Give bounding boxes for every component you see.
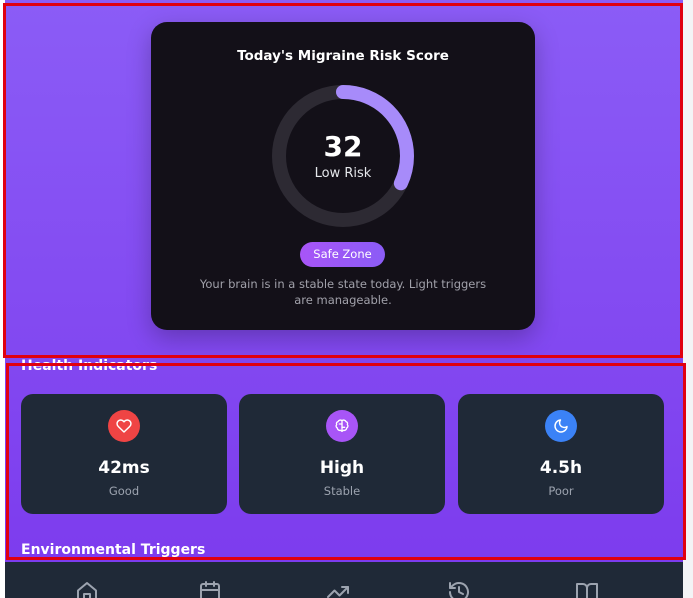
risk-hero-section: Today's Migraine Risk Score 32 Low Risk … xyxy=(5,0,683,358)
indicator-value: High xyxy=(319,458,365,478)
risk-gauge: 32 Low Risk xyxy=(269,82,417,230)
health-indicator-cards: 42ms Good High Stable 4.5h Poor xyxy=(21,394,664,514)
indicator-value: 42ms xyxy=(98,458,150,478)
risk-level-label: Low Risk xyxy=(314,166,372,181)
indicator-card-hrv[interactable]: 42ms Good xyxy=(21,394,227,514)
risk-score-card: Today's Migraine Risk Score 32 Low Risk … xyxy=(151,22,535,330)
risk-score-value: 32 xyxy=(323,130,363,163)
book-icon[interactable] xyxy=(575,580,599,598)
home-icon[interactable] xyxy=(75,580,99,598)
indicator-status: Poor xyxy=(548,484,574,498)
indicator-status: Good xyxy=(108,484,140,498)
indicator-card-sleep[interactable]: 4.5h Poor xyxy=(458,394,664,514)
indicator-value: 4.5h xyxy=(539,458,583,478)
safe-zone-badge: Safe Zone xyxy=(300,242,385,267)
calendar-icon[interactable] xyxy=(198,580,222,598)
moon-icon xyxy=(545,410,577,442)
app-screen: Today's Migraine Risk Score 32 Low Risk … xyxy=(5,0,683,598)
risk-card-title: Today's Migraine Risk Score xyxy=(237,48,449,64)
trending-up-icon[interactable] xyxy=(326,580,350,598)
environmental-triggers-title: Environmental Triggers xyxy=(21,542,206,558)
bottom-navigation xyxy=(5,562,683,598)
indicator-status: Stable xyxy=(323,484,361,498)
health-indicators-title: Health Indicators xyxy=(21,358,158,374)
history-icon[interactable] xyxy=(447,580,471,598)
risk-description: Your brain is in a stable state today. L… xyxy=(199,277,487,307)
scrollbar-track xyxy=(683,0,693,598)
indicator-card-stress[interactable]: High Stable xyxy=(239,394,445,514)
brain-icon xyxy=(326,410,358,442)
heart-icon xyxy=(108,410,140,442)
